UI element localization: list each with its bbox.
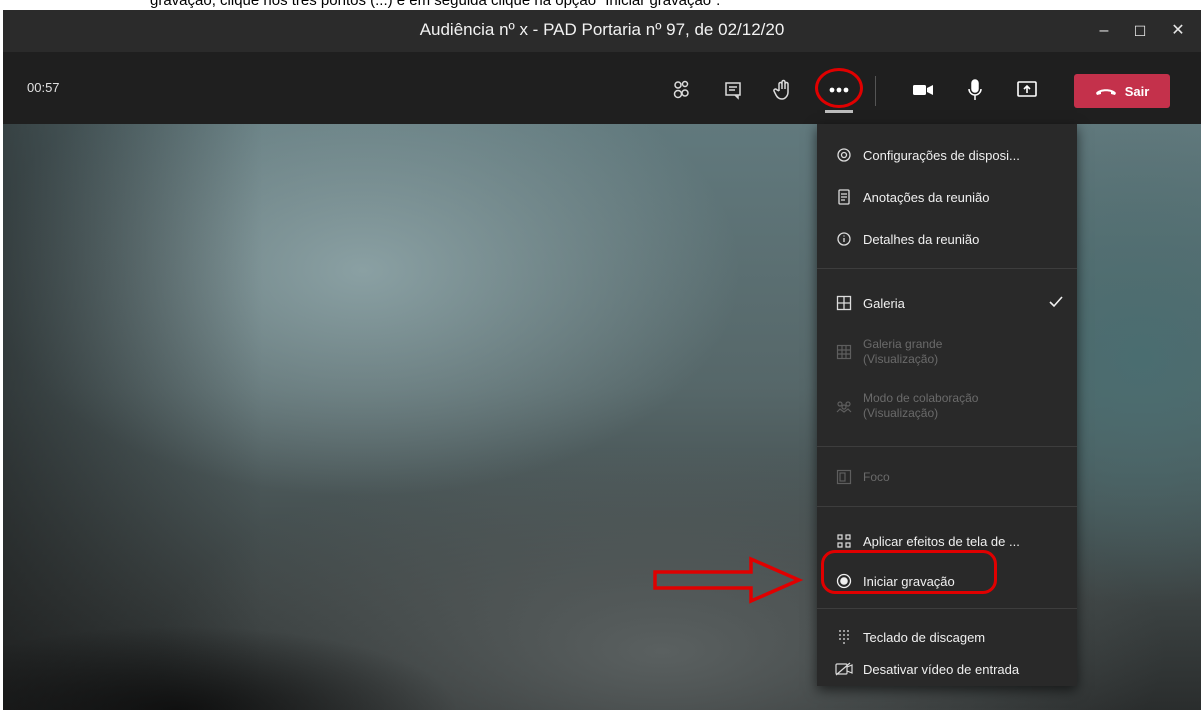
menu-item-start-recording[interactable]: Iniciar gravação [817,568,1077,594]
menu-divider [817,268,1077,269]
leave-label: Sair [1124,83,1150,99]
menu-item-label-line2: (Visualização) [863,352,939,366]
title-bar: Audiência nº x - PAD Portaria nº 97, de … [3,10,1201,52]
raise-hand-icon [773,79,789,100]
window-title: Audiência nº x - PAD Portaria nº 97, de … [419,20,785,39]
gallery-icon [835,294,853,312]
more-actions-icon [829,87,849,93]
menu-item-focus: Foco [817,464,1077,490]
gear-icon [835,146,853,164]
menu-item-label: Aplicar efeitos de tela de ... [863,533,1020,549]
share-screen-icon [1017,81,1037,97]
menu-item-label: Configurações de disposi... [863,147,1020,163]
menu-divider [817,446,1077,447]
menu-item-label: Iniciar gravação [863,573,955,589]
menu-divider [817,506,1077,507]
leave-button[interactable]: Sair [1074,74,1170,108]
together-mode-icon [835,397,853,415]
menu-item-label-line2: (Visualização) [863,406,939,420]
focus-icon [835,468,853,486]
dial-pad-icon [835,628,853,646]
menu-item-device-settings[interactable]: Configurações de disposi... [817,142,1077,168]
close-button[interactable]: ✕ [1163,18,1193,44]
participants-button[interactable] [665,76,697,104]
meeting-toolbar: 00:57 Sair [3,52,1201,124]
menu-item-together-mode: Modo de colaboração (Visualização) [817,388,1077,424]
menu-item-label: Detalhes da reunião [863,231,980,247]
menu-item-label: Teclado de discagem [863,629,986,645]
active-indicator [825,110,853,113]
menu-item-meeting-notes[interactable]: Anotações da reunião [817,184,1077,210]
video-off-icon [835,660,853,678]
menu-item-label-line1: Galeria grande [863,337,943,351]
participants-icon [673,80,689,99]
maximize-button[interactable]: ☐ [1125,18,1155,44]
menu-item-meeting-details[interactable]: Detalhes da reunião [817,226,1077,252]
raise-hand-button[interactable] [767,76,799,104]
camera-icon [913,85,933,95]
checkmark-icon [1049,295,1063,311]
video-blur-shadow-bottom [3,570,703,710]
notes-icon [835,188,853,206]
chat-icon [725,82,741,100]
info-icon [835,230,853,248]
large-gallery-icon [835,343,853,361]
share-screen-button[interactable] [1011,76,1043,104]
call-timer: 00:57 [27,80,60,95]
meeting-window: Audiência nº x - PAD Portaria nº 97, de … [3,10,1201,710]
background-effects-icon [835,532,853,550]
menu-item-large-gallery: Galeria grande (Visualização) [817,334,1077,370]
minimize-button[interactable]: – [1089,18,1119,44]
menu-item-label: Foco [863,469,890,484]
menu-item-turn-off-incoming-video[interactable]: Desativar vídeo de entrada [817,656,1077,682]
chat-button[interactable] [717,76,749,104]
record-icon [835,572,853,590]
menu-item-background-effects[interactable]: Aplicar efeitos de tela de ... [817,528,1077,554]
menu-divider [817,608,1077,609]
menu-item-dial-pad[interactable]: Teclado de discagem [817,624,1077,650]
menu-item-label: Galeria [863,295,905,311]
menu-item-gallery[interactable]: Galeria [817,290,1077,316]
camera-button[interactable] [907,76,939,104]
menu-item-label-line1: Modo de colaboração [863,391,979,405]
menu-item-label: Anotações da reunião [863,189,990,205]
hang-up-icon [1095,89,1116,95]
more-actions-button[interactable] [823,76,855,104]
microphone-icon [968,79,982,100]
toolbar-divider [875,76,876,106]
microphone-button[interactable] [959,76,991,104]
menu-item-label: Desativar vídeo de entrada [863,661,1020,677]
more-actions-menu: Configurações de disposi... Anotações da… [817,124,1077,686]
